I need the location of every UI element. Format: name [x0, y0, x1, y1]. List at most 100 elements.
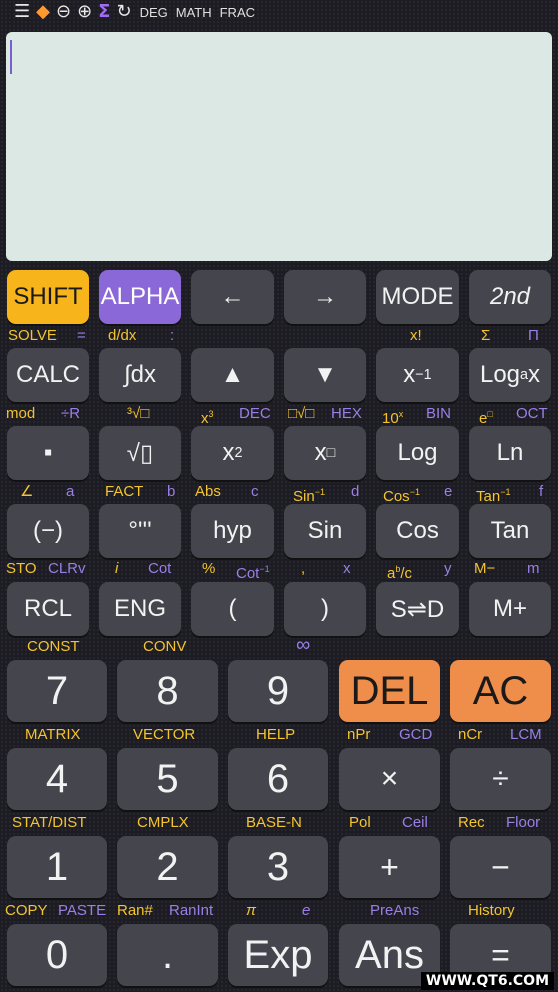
atan-label: Tan−1 — [476, 487, 511, 505]
calc-button[interactable]: CALC — [7, 348, 89, 402]
inverse-button[interactable]: x −1 — [376, 348, 459, 402]
rec-label: Rec — [458, 814, 485, 831]
epow-label: e□ — [479, 409, 493, 427]
cursor-left-button[interactable]: ← — [191, 270, 274, 324]
sum-label: Σ — [481, 327, 491, 344]
shift-button[interactable]: SHIFT — [7, 270, 89, 324]
cuberoot-label: ³√□ — [127, 405, 150, 422]
abc-label: ab/c — [387, 564, 413, 582]
a-label: a — [66, 483, 75, 500]
refresh-icon[interactable]: ↻ — [116, 3, 131, 21]
equals-label: = — [77, 327, 86, 344]
right-paren-button[interactable]: ) — [284, 582, 366, 636]
plus-button[interactable]: + — [339, 836, 440, 898]
help-label: HELP — [256, 726, 296, 743]
log-base-button[interactable]: Log a x — [469, 348, 551, 402]
alpha-button[interactable]: ALPHA — [99, 270, 181, 324]
lcm-label: LCM — [510, 726, 542, 743]
e-label: e — [444, 483, 453, 500]
square-button[interactable]: x2 — [191, 426, 274, 480]
imaginary-label: i — [115, 560, 119, 577]
digit-4-button[interactable]: 4 — [7, 748, 107, 810]
gem-icon[interactable]: ◆ — [36, 3, 50, 21]
f-label: f — [539, 483, 544, 500]
power-button[interactable]: x □ — [284, 426, 366, 480]
zoom-out-icon[interactable]: ⊖ — [56, 3, 71, 21]
gcd-label: GCD — [399, 726, 433, 743]
exp-button[interactable]: Exp — [228, 924, 328, 986]
digit-9-button[interactable]: 9 — [228, 660, 328, 722]
math-label[interactable]: MATH — [176, 5, 212, 20]
pi-label: π — [246, 902, 257, 919]
eng-button[interactable]: ENG — [99, 582, 181, 636]
rcl-button[interactable]: RCL — [7, 582, 89, 636]
zoom-in-icon[interactable]: ⊕ — [77, 3, 92, 21]
watermark: WWW.QT6.COM — [420, 972, 554, 990]
floor-label: Floor — [506, 814, 541, 831]
tan-button[interactable]: Tan — [469, 504, 551, 558]
base-n-label: BASE-N — [246, 814, 302, 831]
ranint-label: RanInt — [169, 902, 214, 919]
cursor-right-button[interactable]: → — [284, 270, 366, 324]
second-function-button[interactable]: 2nd — [469, 270, 551, 324]
d-label: d — [351, 483, 360, 500]
text-cursor — [10, 40, 12, 74]
cursor-down-button[interactable]: ▼ — [284, 348, 366, 402]
solve-label: SOLVE — [8, 327, 57, 344]
conv-label: CONV — [143, 638, 187, 655]
ln-button[interactable]: Ln — [469, 426, 551, 480]
cot-label: Cot — [148, 560, 172, 577]
digit-3-button[interactable]: 3 — [228, 836, 328, 898]
sd-toggle-button[interactable]: S⇌D — [376, 582, 459, 636]
history-label: History — [468, 902, 515, 919]
deg-label[interactable]: DEG — [140, 5, 168, 20]
dms-button[interactable]: °''' — [99, 504, 181, 558]
mode-button[interactable]: MODE — [376, 270, 459, 324]
frac-label[interactable]: FRAC — [220, 5, 255, 20]
digit-5-button[interactable]: 5 — [117, 748, 218, 810]
decimal-point-button[interactable]: . — [117, 924, 218, 986]
cos-button[interactable]: Cos — [376, 504, 459, 558]
log-button[interactable]: Log — [376, 426, 459, 480]
hex-label: HEX — [331, 405, 362, 422]
angle-label: ∠ — [20, 483, 34, 500]
product-label: Π — [528, 327, 539, 344]
percent-label: % — [202, 560, 216, 577]
calculator-display[interactable] — [6, 32, 552, 261]
digit-7-button[interactable]: 7 — [7, 660, 107, 722]
digit-2-button[interactable]: 2 — [117, 836, 218, 898]
digit-8-button[interactable]: 8 — [117, 660, 218, 722]
status-bar: ☰ ◆ ⊖ ⊕ Σ ↻ DEG MATH FRAC — [0, 0, 558, 24]
digit-0-button[interactable]: 0 — [7, 924, 107, 986]
colon-label: : — [170, 327, 175, 344]
ddx-label: d/dx — [108, 327, 137, 344]
preans-label: PreAns — [370, 902, 420, 919]
cube-label: x3 — [201, 409, 214, 427]
sqrt-button[interactable]: √▯ — [99, 426, 181, 480]
integral-button[interactable]: ∫dx — [99, 348, 181, 402]
delete-button[interactable]: DEL — [339, 660, 440, 722]
mplus-button[interactable]: M+ — [469, 582, 551, 636]
all-clear-button[interactable]: AC — [450, 660, 551, 722]
mod-label: mod — [6, 405, 36, 422]
multiply-button[interactable]: × — [339, 748, 440, 810]
sigma-icon[interactable]: Σ — [98, 3, 110, 21]
cursor-up-button[interactable]: ▲ — [191, 348, 274, 402]
menu-icon[interactable]: ☰ — [14, 3, 30, 21]
tenpow-label: 10x — [382, 409, 404, 427]
digit-1-button[interactable]: 1 — [7, 836, 107, 898]
b-label: b — [167, 483, 176, 500]
ceil-label: Ceil — [402, 814, 428, 831]
minus-button[interactable]: − — [450, 836, 551, 898]
bin-label: BIN — [426, 405, 452, 422]
fact-label: FACT — [105, 483, 144, 500]
ncr-label: nCr — [458, 726, 483, 743]
divide-button[interactable]: ÷ — [450, 748, 551, 810]
left-paren-button[interactable]: ( — [191, 582, 274, 636]
xfact-label: x! — [410, 327, 422, 344]
sin-button[interactable]: Sin — [284, 504, 366, 558]
negative-button[interactable]: (−) — [7, 504, 89, 558]
fraction-button[interactable]: ▪ — [7, 426, 89, 480]
hyp-button[interactable]: hyp — [191, 504, 274, 558]
digit-6-button[interactable]: 6 — [228, 748, 328, 810]
